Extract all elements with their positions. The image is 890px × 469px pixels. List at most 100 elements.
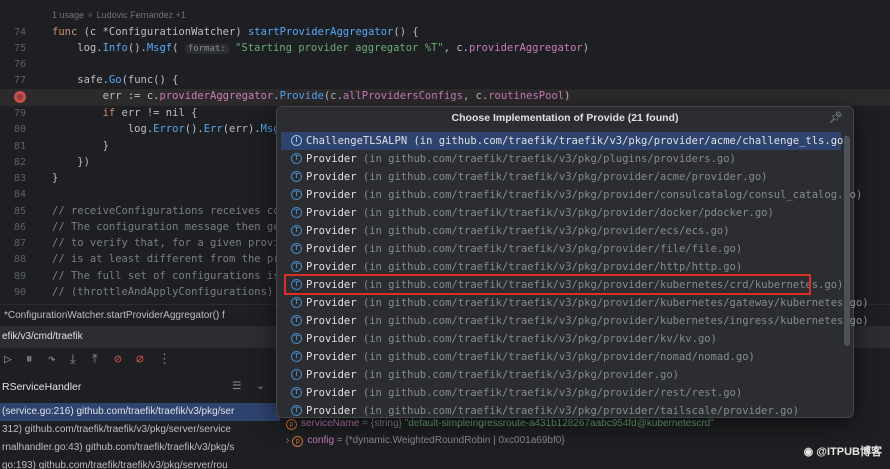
watermark-text: @ITPUB博客 xyxy=(816,446,882,458)
line-number: 81 xyxy=(13,141,26,152)
implementation-item[interactable]: T Provider (in github.com/traefik/traefik… xyxy=(281,384,841,402)
implementation-location: (in github.com/traefik/traefik/v3/pkg/pr… xyxy=(356,369,679,381)
chevron-down-icon[interactable]: ⌄ xyxy=(256,380,265,392)
usage-inlay-hint[interactable]: 1 usage ⚬ Ludovic Fernandez +1 xyxy=(52,10,186,21)
implementation-location: (in github.com/traefik/traefik/v3/pkg/pr… xyxy=(356,261,743,273)
code-line-86[interactable]: // The configuration message then gets p xyxy=(52,221,305,233)
implementation-location: (in github.com/traefik/traefik/v3/pkg/pr… xyxy=(356,171,768,183)
code-line-75[interactable]: log.Info().Msgf( format: "Starting provi… xyxy=(52,42,589,54)
implementation-name: Provider xyxy=(306,261,357,273)
implementation-name: Provider xyxy=(306,189,357,201)
code-line-79[interactable]: if err != nil { xyxy=(52,107,198,119)
expand-arrow-icon[interactable]: › xyxy=(286,435,289,446)
code-line-89[interactable]: // The full set of configurations is the xyxy=(52,270,305,282)
stack-frame[interactable]: 312) github.com/traefik/traefik/v3/pkg/s… xyxy=(0,421,280,439)
view-breakpoints-icon[interactable]: ⊘ xyxy=(114,352,122,367)
implementation-location: (in github.com/traefik/traefik/v3/pkg/pr… xyxy=(356,333,717,345)
code-token: Err xyxy=(203,123,223,135)
popup-scrollbar[interactable] xyxy=(844,132,850,412)
code-line-78[interactable]: err := c.providerAggregator.Provide(c.al… xyxy=(52,90,571,102)
code-line-85[interactable]: // receiveConfigurations receives config… xyxy=(52,205,311,217)
variable-row[interactable]: › p config = {*dynamic.WeightedRoundRobin … xyxy=(286,435,565,447)
implementation-item[interactable]: T Provider (in github.com/traefik/traefik… xyxy=(281,330,841,348)
stack-frame[interactable]: rnalhandler.go:43) github.com/traefik/tr… xyxy=(0,439,280,457)
filter-icon[interactable]: ☰ xyxy=(232,380,241,392)
implementation-item[interactable]: T Provider (in github.com/traefik/traefik… xyxy=(281,240,841,258)
parameter-hint: format: xyxy=(184,44,229,54)
code-token: log. xyxy=(52,42,103,54)
implementation-item[interactable]: T Provider (in github.com/traefik/traefik… xyxy=(281,150,841,168)
code-token: ) xyxy=(582,42,590,54)
code-token: err := c. xyxy=(52,90,160,102)
implementation-item[interactable]: T Provider (in github.com/traefik/traefik… xyxy=(281,186,862,204)
implementation-name: ChallengeTLSALPN xyxy=(306,135,408,147)
implementation-name: Provider xyxy=(306,297,357,309)
debug-toolbar: ▷ ⏸ ↷ ⤓ ⤒ ⊘ ⌀ ⋮ xyxy=(0,352,280,372)
pause-icon[interactable]: ⏸ xyxy=(26,352,33,367)
code-token: if xyxy=(52,107,122,119)
choose-implementation-popup[interactable]: Choose Implementation of Provide (21 fou… xyxy=(276,106,869,420)
code-token: safe. xyxy=(52,74,109,86)
implementation-name: Provider xyxy=(306,171,357,183)
line-number: 74 xyxy=(13,27,26,38)
type-icon: T xyxy=(291,242,302,254)
line-number: 89 xyxy=(13,271,26,282)
code-token: Provide xyxy=(279,90,324,102)
implementation-name: Provider xyxy=(306,153,357,165)
line-number: 86 xyxy=(13,222,26,233)
code-token: ) xyxy=(564,90,571,102)
type-icon: T xyxy=(291,332,302,344)
line-number: 82 xyxy=(13,157,26,168)
thread-selector[interactable]: RServiceHandler ☰ ⌄ xyxy=(0,378,280,398)
type-icon: T xyxy=(291,350,302,362)
code-token: , c. xyxy=(443,42,469,54)
implementation-location: (in github.com/traefik/traefik/v3/pkg/pr… xyxy=(356,207,774,219)
watermark: ◉ @ITPUB博客 xyxy=(804,443,882,459)
implementation-item[interactable]: T Provider (in github.com/traefik/traefik… xyxy=(281,402,841,420)
step-over-icon[interactable]: ↷ xyxy=(48,352,56,367)
line-number: 76 xyxy=(13,59,26,70)
implementation-location: (in github.com/traefik/traefik/v3/pkg/pr… xyxy=(356,225,730,237)
code-line-90[interactable]: // (throttleAndApplyConfigurations) via xyxy=(52,286,299,298)
stack-frame[interactable]: (service.go:216) github.com/traefik/trae… xyxy=(0,403,280,421)
code-token: (). xyxy=(184,123,204,135)
pin-icon[interactable]: 📌︎ xyxy=(829,111,843,124)
mute-breakpoints-icon[interactable]: ⌀ xyxy=(136,352,144,367)
implementation-item[interactable]: T Provider (in github.com/traefik/traefik… xyxy=(281,294,869,312)
implementation-item[interactable]: T Provider (in github.com/traefik/traefik… xyxy=(281,168,841,186)
code-token: providerAggregator xyxy=(159,90,274,102)
implementation-name: Provider xyxy=(306,243,357,255)
code-line-80[interactable]: log.Error().Err(err).Msgf( xyxy=(52,123,292,135)
variable-badge: p xyxy=(286,419,297,430)
code-line-87[interactable]: // to verify that, for a given provider xyxy=(52,237,299,249)
code-line-88[interactable]: // is at least different from the previ xyxy=(52,253,299,265)
code-token: routinesPool xyxy=(488,90,565,102)
implementation-name: Provider xyxy=(306,351,357,363)
resume-icon[interactable]: ▷ xyxy=(4,352,12,367)
code-line-81[interactable]: } xyxy=(52,140,109,152)
step-into-icon[interactable]: ⤓ xyxy=(70,352,76,367)
more-options-icon[interactable]: ⋮ xyxy=(158,352,171,367)
implementation-item[interactable]: I ChallengeTLSALPN (in github.com/traefik… xyxy=(281,132,850,150)
code-token: Error xyxy=(153,123,185,135)
implementation-item[interactable]: T Provider (in github.com/traefik/traefik… xyxy=(281,348,841,366)
implementation-item[interactable]: T Provider (in github.com/traefik/traefik… xyxy=(281,312,869,330)
type-icon: T xyxy=(291,314,302,326)
step-out-icon[interactable]: ⤒ xyxy=(92,352,98,367)
code-token: ( xyxy=(172,42,185,54)
code-line-77[interactable]: safe.Go(func() { xyxy=(52,74,178,86)
implementation-name: Provider xyxy=(306,225,357,237)
implementation-location: (in github.com/traefik/traefik/v3/pkg/pr… xyxy=(356,351,755,363)
implementation-item[interactable]: T Provider (in github.com/traefik/traefik… xyxy=(281,222,841,240)
code-line-74[interactable]: func (c *ConfigurationWatcher) startProv… xyxy=(52,26,419,38)
code-token: providerAggregator xyxy=(468,42,583,54)
scrollbar-thumb[interactable] xyxy=(844,136,850,346)
implementation-item[interactable]: T Provider (in github.com/traefik/traefik… xyxy=(281,204,841,222)
code-line-82[interactable]: }) xyxy=(52,156,90,168)
implementation-item[interactable]: I Provider (in github.com/traefik/traefik… xyxy=(281,366,841,384)
type-icon: T xyxy=(291,206,302,218)
code-line-83[interactable]: } xyxy=(52,172,58,184)
stack-frame[interactable]: go:193) github.com/traefik/traefik/v3/pk… xyxy=(0,457,280,469)
implementation-name: Provider xyxy=(306,405,357,417)
line-number: 88 xyxy=(13,254,26,265)
